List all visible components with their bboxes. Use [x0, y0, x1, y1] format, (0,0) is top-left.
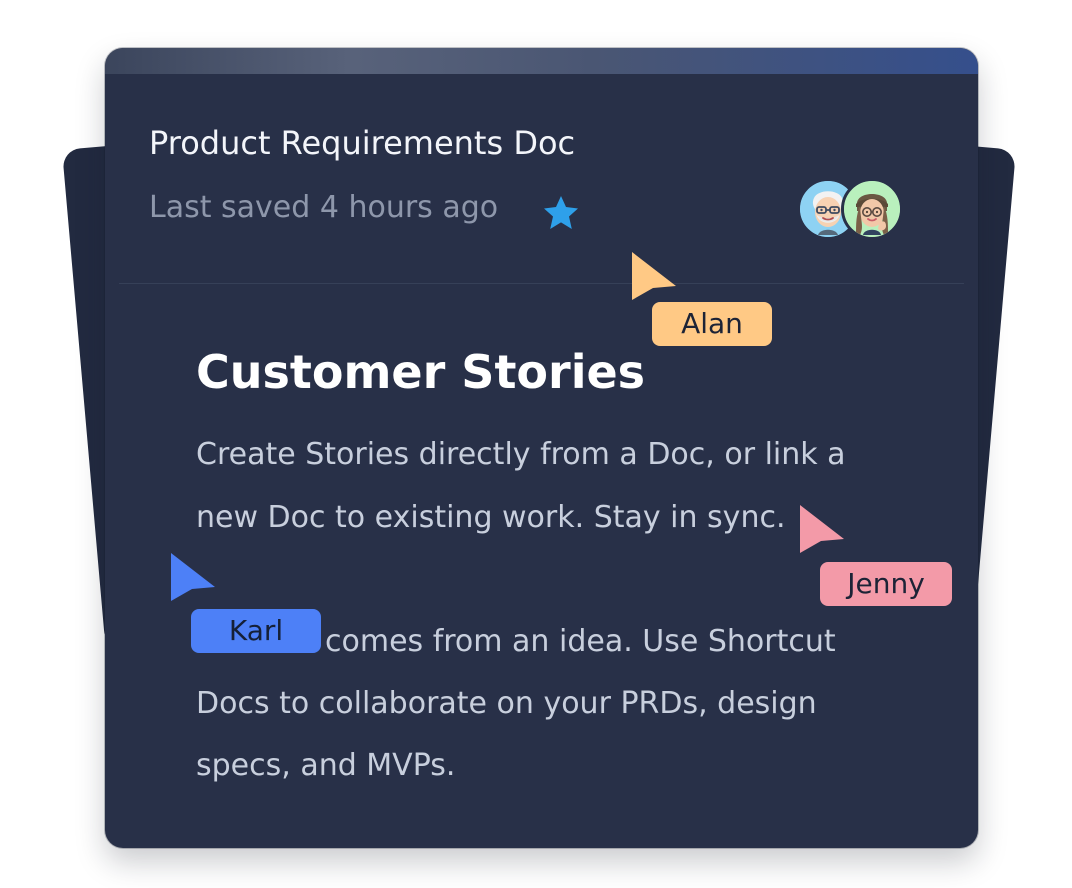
paragraph-line: specs, and MVPs.: [196, 748, 456, 783]
cursor-arrow-icon: [171, 553, 215, 601]
cursor-arrow-icon: [800, 505, 844, 553]
document-title: Product Requirements Doc: [149, 124, 576, 162]
last-saved-text: Last saved 4 hours ago: [149, 190, 499, 225]
collaborator-cursor-label: Jenny: [820, 562, 952, 606]
paragraph-line: Create Stories directly from a Doc, or l…: [196, 437, 846, 472]
collaborator-cursor-label: Karl: [191, 609, 321, 653]
collaborator-cursor-label: Alan: [652, 302, 772, 346]
star-icon[interactable]: [540, 194, 582, 232]
cursor-arrow-icon: [632, 252, 676, 300]
section-title: Customer Stories: [196, 345, 646, 399]
card-top-gradient: [105, 48, 978, 74]
header-divider: [119, 283, 964, 284]
avatar-woman-icon[interactable]: [841, 178, 903, 240]
collaborator-avatars: [797, 178, 909, 242]
paragraph-line: comes from an idea. Use Shortcut: [325, 624, 836, 659]
paragraph-line: new Doc to existing work. Stay in sync.: [196, 500, 786, 535]
document-card: Product Requirements Doc Last saved 4 ho…: [105, 48, 978, 848]
paragraph-line: Docs to collaborate on your PRDs, design: [196, 686, 817, 721]
